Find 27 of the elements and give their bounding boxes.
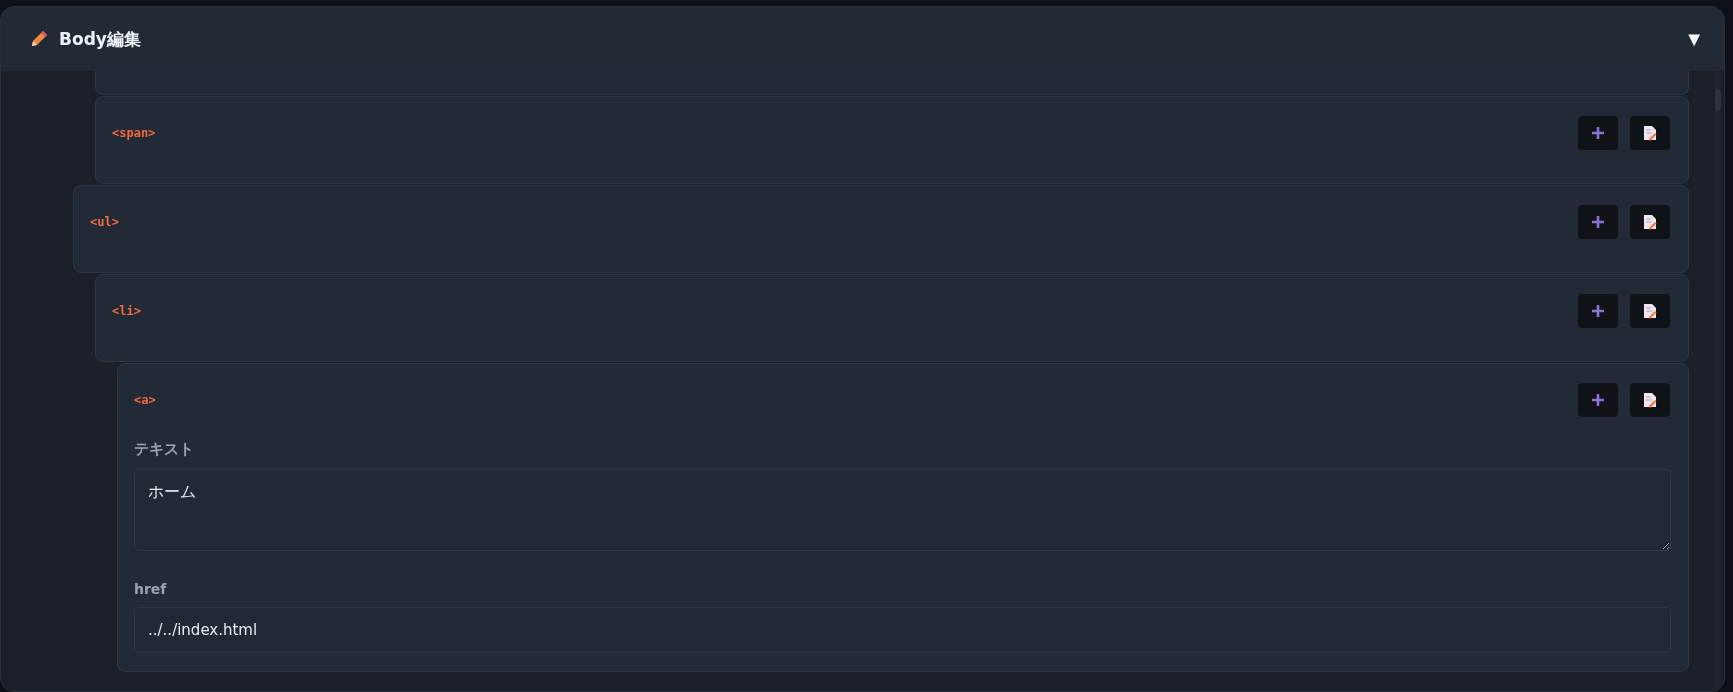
tag-name: <li> — [112, 304, 141, 318]
pencil-icon — [29, 29, 49, 49]
add-child-button[interactable] — [1577, 382, 1619, 418]
memo-icon — [1643, 214, 1657, 230]
field-label: テキスト — [134, 440, 195, 459]
input-field[interactable]: ../../index.html — [134, 607, 1671, 653]
edit-button[interactable] — [1629, 115, 1671, 151]
text-area[interactable]: ホーム — [134, 469, 1671, 551]
edit-button[interactable] — [1629, 382, 1671, 418]
plus-icon — [1591, 304, 1605, 318]
panel-title: Body編集 — [59, 27, 141, 51]
memo-icon — [1643, 303, 1657, 319]
add-child-button[interactable] — [1577, 204, 1619, 240]
memo-icon — [1643, 392, 1657, 408]
edit-button[interactable] — [1629, 293, 1671, 329]
tag-name: <a> — [134, 393, 156, 407]
collapse-toggle[interactable]: ▼ — [1684, 27, 1704, 51]
plus-icon — [1591, 393, 1605, 407]
field-label: href — [134, 581, 168, 597]
tag-name: <span> — [112, 126, 156, 140]
add-child-button[interactable] — [1577, 293, 1619, 329]
edit-button[interactable] — [1629, 204, 1671, 240]
add-child-button[interactable] — [1577, 115, 1619, 151]
memo-icon — [1643, 125, 1657, 141]
plus-icon — [1591, 126, 1605, 140]
plus-icon — [1591, 215, 1605, 229]
tag-name: <ul> — [90, 215, 119, 229]
